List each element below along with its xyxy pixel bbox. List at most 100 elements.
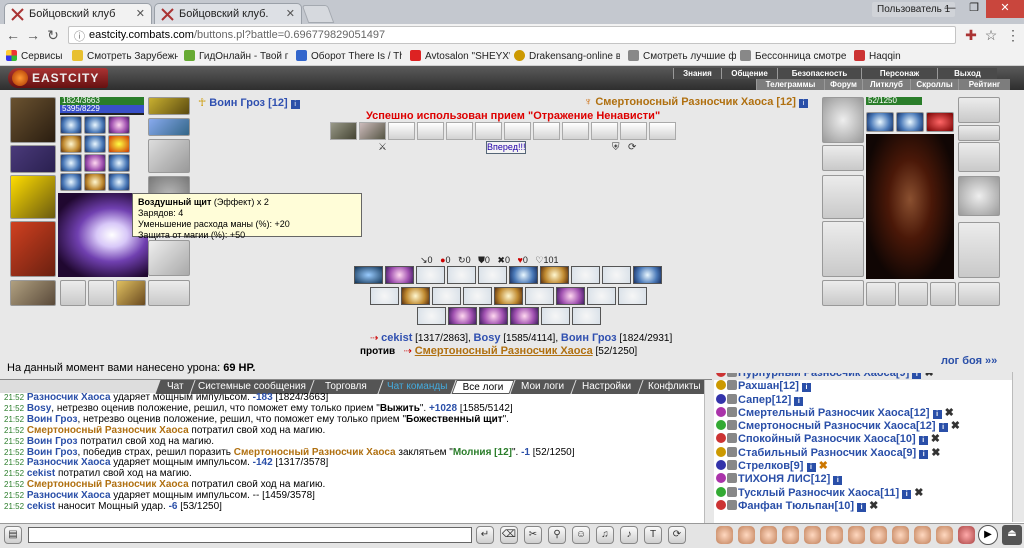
spell-button[interactable] (556, 287, 585, 305)
opponent-effect-slot[interactable] (896, 112, 924, 132)
opponent-shield-slot[interactable] (958, 176, 1000, 216)
bookmark-4[interactable]: Оборот There Is / Th (296, 50, 402, 62)
spell-button[interactable] (463, 287, 492, 305)
emoticon-icon[interactable] (826, 526, 843, 544)
tab-system[interactable]: Системные сообщения (190, 380, 314, 394)
battle-icon[interactable]: ✖ (945, 407, 954, 419)
battle-icon[interactable]: ✖ (869, 500, 878, 512)
info-icon[interactable]: i (799, 99, 808, 108)
bookmark-3[interactable]: ГидОнлайн - Твой г (184, 50, 292, 62)
chat-scroll-icon[interactable]: ▤ (4, 526, 22, 544)
move-slot[interactable] (533, 122, 560, 140)
opponent-avatar[interactable] (866, 134, 954, 279)
emoticon-icon[interactable] (870, 526, 887, 544)
item-slot[interactable] (88, 280, 114, 306)
player-name[interactable]: Смертоносный Разносчик Хаоса (738, 420, 916, 432)
player-name[interactable]: Смертельный Разносчик Хаоса (738, 407, 910, 419)
spell-slot[interactable] (84, 135, 106, 153)
menu-dots-icon[interactable]: ⋮ (1004, 27, 1022, 43)
bookmark-6[interactable]: Drakensang-online в (514, 50, 620, 62)
spell-button[interactable] (602, 266, 631, 284)
move-slot[interactable] (330, 122, 357, 140)
emoticon-icon[interactable] (848, 526, 865, 544)
chat-input[interactable] (28, 527, 472, 543)
info-icon[interactable]: i (806, 463, 816, 473)
player-name[interactable]: Рахшан (738, 380, 779, 392)
move-slot[interactable] (388, 122, 415, 140)
spell-button[interactable] (494, 287, 523, 305)
emoticon-icon[interactable] (936, 526, 953, 544)
player-list-item[interactable]: Смертельный Разносчик Хаоса[12] i ✖ (716, 406, 1010, 420)
opponent-earring-slot[interactable] (958, 97, 1000, 123)
tab-trade[interactable]: Торговля (309, 380, 383, 394)
refresh-chat-icon[interactable]: ⟳ (668, 526, 686, 544)
opponent-item-slot[interactable] (930, 282, 956, 306)
emoticon-icon[interactable] (914, 526, 931, 544)
spell-slot[interactable] (60, 173, 82, 191)
emoticon-icon[interactable] (782, 526, 799, 544)
team-member[interactable]: Bosy (474, 332, 501, 344)
menu-forum[interactable]: Форум (824, 79, 862, 90)
smiles-icon[interactable]: ☺ (572, 526, 590, 544)
spell-button[interactable] (618, 287, 647, 305)
player-list-item[interactable]: Спокойный Разносчик Хаоса[10] i ✖ (716, 433, 1010, 446)
spell-slot[interactable] (108, 173, 130, 191)
emoticon-icon[interactable] (760, 526, 777, 544)
chat-actor[interactable]: Воин Гроз (27, 437, 78, 447)
item-slot[interactable] (116, 280, 146, 306)
browser-tab-1[interactable]: Бойцовский клуб ✕ (4, 3, 152, 24)
spell-slot[interactable] (108, 154, 130, 172)
eraser-icon[interactable]: ⌫ (500, 526, 518, 544)
spell-slot[interactable] (60, 135, 82, 153)
info-icon[interactable]: i (918, 436, 928, 446)
emoticon-icon[interactable] (804, 526, 821, 544)
opponent-weapon-slot[interactable] (822, 175, 864, 219)
move-slot[interactable] (359, 122, 386, 140)
opponent-effect-slot[interactable] (926, 112, 954, 132)
earring-slot[interactable] (148, 97, 190, 115)
player-name[interactable]: Стрелков (738, 460, 790, 472)
opponent-belt-slot[interactable] (822, 280, 864, 306)
spell-button[interactable] (447, 266, 476, 284)
opponent-helmet-slot[interactable] (822, 97, 864, 143)
spell-button[interactable] (525, 287, 554, 305)
player-list-item[interactable]: Пурпурный Разносчик Хаоса[9] i ✖ (716, 373, 1010, 380)
spell-button[interactable] (633, 266, 662, 284)
move-slot[interactable] (504, 122, 531, 140)
info-icon[interactable]: i (290, 100, 300, 109)
spell-button[interactable] (572, 307, 601, 325)
spell-slot[interactable] (84, 173, 106, 191)
weapon-slot[interactable] (10, 175, 56, 219)
tab-team-chat[interactable]: Чат команды (378, 380, 456, 394)
legs-slot[interactable] (148, 240, 190, 276)
team-member[interactable]: cekist (381, 332, 412, 344)
minimize-button[interactable]: — (938, 0, 962, 18)
boots-slot[interactable] (148, 280, 190, 306)
player-name[interactable]: ТИХОНЯ ЛИС (738, 473, 811, 485)
move-slot[interactable] (620, 122, 647, 140)
maximize-button[interactable]: ❐ (962, 0, 986, 18)
opponent-boots-slot[interactable] (958, 282, 1000, 306)
player-list-item[interactable]: Фанфан Тюльпан[10] i ✖ (716, 499, 1010, 513)
spell-button[interactable] (587, 287, 616, 305)
battle-icon[interactable]: ✖ (924, 373, 933, 379)
player-list-item[interactable]: Сапер[12] i (716, 393, 1010, 407)
chat-actor[interactable]: cekist (27, 469, 55, 479)
close-tab-icon[interactable]: ✕ (136, 7, 145, 20)
exit-icon[interactable]: ⏏ (1002, 525, 1022, 545)
spell-button[interactable] (417, 307, 446, 325)
opponent-item-slot[interactable] (866, 282, 896, 306)
move-slot[interactable] (446, 122, 473, 140)
opponent-name[interactable]: ♆ Смертоносный Разносчик Хаоса [12] i (584, 96, 808, 108)
player-list-item[interactable]: Рахшан[12] i (716, 380, 1010, 393)
close-tab-icon[interactable]: ✕ (286, 7, 295, 20)
player-list-item[interactable]: Стрелков[9] i ✖ (716, 460, 1010, 473)
spell-button[interactable] (509, 266, 538, 284)
extension-icon[interactable]: ✚ (962, 27, 980, 43)
chat-actor[interactable]: Bosy (27, 404, 51, 414)
refresh-icon[interactable]: ⟳ (628, 142, 636, 153)
spell-button[interactable] (385, 266, 414, 284)
chat-actor[interactable]: Воин Гроз (27, 415, 78, 425)
player-list-item[interactable]: Тусклый Разносчик Хаоса[11] i ✖ (716, 486, 1010, 500)
opponent-item-slot[interactable] (898, 282, 928, 306)
